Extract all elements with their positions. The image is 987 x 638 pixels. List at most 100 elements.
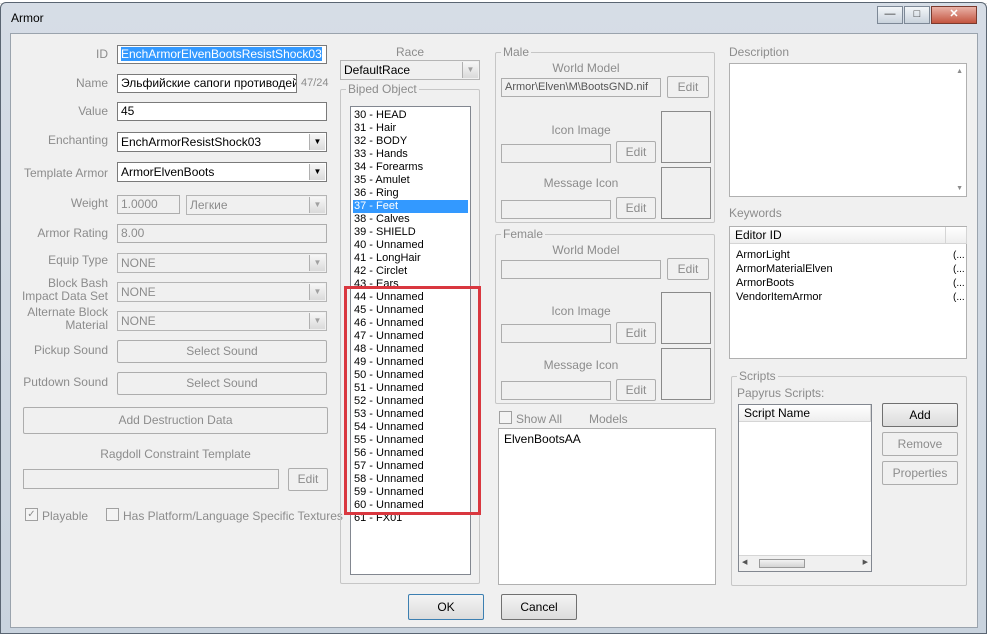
equip-type-label: Equip Type: [48, 253, 108, 267]
id-field[interactable]: EnchArmorElvenBootsResistShock03: [117, 45, 327, 64]
enchanting-combo[interactable]: EnchArmorResistShock03 ▼: [117, 132, 327, 152]
add-destruction-data-button[interactable]: Add Destruction Data: [23, 407, 328, 434]
title-bar: Armor — □ ✕: [1, 3, 986, 33]
male-message-icon-preview: [661, 167, 711, 219]
list-item[interactable]: 32 - BODY: [353, 135, 468, 148]
female-icon-image-edit-button[interactable]: Edit: [616, 322, 656, 344]
add-script-button[interactable]: Add: [882, 403, 958, 427]
cancel-button[interactable]: Cancel: [501, 594, 577, 620]
male-icon-image-edit-button[interactable]: Edit: [616, 141, 656, 163]
list-item-suffix: (...: [953, 292, 965, 303]
name-char-count: 47/24: [301, 77, 329, 89]
armor-rating-field[interactable]: 8.00: [117, 224, 327, 243]
female-world-model-field[interactable]: [501, 260, 661, 279]
list-item[interactable]: ArmorBoots: [735, 277, 794, 290]
weight-class-combo[interactable]: Легкие ▼: [186, 195, 327, 215]
male-icon-image-preview: [661, 111, 711, 163]
female-icon-image-field[interactable]: [501, 324, 611, 343]
putdown-sound-button[interactable]: Select Sound: [117, 372, 327, 395]
minimize-button[interactable]: —: [877, 6, 903, 24]
show-all-checkbox[interactable]: [499, 411, 512, 424]
list-item[interactable]: ElvenBootsAA: [503, 433, 581, 446]
male-world-model-field[interactable]: Armor\Elven\M\BootsGND.nif: [501, 78, 661, 97]
equip-type-combo[interactable]: NONE ▼: [117, 253, 327, 273]
enchanting-label: Enchanting: [47, 133, 108, 147]
window-title: Armor: [11, 11, 44, 25]
alternate-block-combo[interactable]: NONE ▼: [117, 311, 327, 331]
list-item[interactable]: 36 - Ring: [353, 187, 468, 200]
maximize-button[interactable]: □: [904, 6, 930, 24]
properties-button[interactable]: Properties: [882, 461, 958, 485]
keywords-list[interactable]: Editor ID ArmorLight (... ArmorMaterialE…: [729, 226, 967, 359]
list-item[interactable]: 30 - HEAD: [353, 109, 468, 122]
chevron-down-icon[interactable]: ▼: [309, 255, 325, 271]
description-label: Description: [729, 45, 790, 59]
pickup-sound-label: Pickup Sound: [33, 343, 108, 357]
weight-class-value: Легкие: [190, 198, 228, 212]
horizontal-scrollbar[interactable]: ◀ ▶: [739, 555, 871, 571]
weight-field[interactable]: 1.0000: [117, 195, 180, 214]
list-item[interactable]: 34 - Forearms: [353, 161, 468, 174]
chevron-down-icon[interactable]: ▼: [462, 62, 478, 78]
scrollbar-thumb[interactable]: [759, 559, 805, 568]
template-armor-label: Template Armor: [23, 166, 108, 180]
keywords-column-header[interactable]: Editor ID: [730, 227, 946, 244]
ragdoll-field[interactable]: [23, 469, 279, 489]
female-world-model-edit-button[interactable]: Edit: [667, 258, 709, 280]
chevron-down-icon[interactable]: ▼: [309, 164, 325, 180]
list-item[interactable]: 41 - LongHair: [353, 252, 468, 265]
list-item[interactable]: ArmorLight: [735, 249, 790, 262]
list-item[interactable]: 31 - Hair: [353, 122, 468, 135]
ok-button[interactable]: OK: [408, 594, 484, 620]
models-list[interactable]: ElvenBootsAA: [498, 428, 716, 585]
remove-script-button[interactable]: Remove: [882, 432, 958, 456]
alternate-block-label-line1: Alternate Block: [27, 305, 108, 319]
chevron-down-icon[interactable]: ▼: [309, 134, 325, 150]
female-message-icon-edit-button[interactable]: Edit: [616, 379, 656, 401]
list-item[interactable]: 33 - Hands: [353, 148, 468, 161]
chevron-down-icon[interactable]: ▼: [309, 313, 325, 329]
male-message-icon-field[interactable]: [501, 200, 611, 219]
scroll-right-icon[interactable]: ▶: [863, 558, 868, 566]
template-armor-combo[interactable]: ArmorElvenBoots ▼: [117, 162, 327, 182]
ragdoll-edit-button[interactable]: Edit: [288, 468, 328, 491]
scroll-up-icon[interactable]: ▲: [956, 68, 963, 75]
enchanting-value: EnchArmorResistShock03: [121, 135, 262, 149]
scroll-left-icon[interactable]: ◀: [742, 558, 747, 566]
list-item[interactable]: 38 - Calves: [353, 213, 468, 226]
close-button[interactable]: ✕: [931, 6, 977, 24]
armor-dialog: Armor — □ ✕ ID EnchArmorElvenBootsResist…: [0, 2, 987, 634]
list-item[interactable]: 37 - Feet: [353, 200, 468, 213]
list-item[interactable]: VendorItemArmor: [735, 291, 822, 304]
block-bash-combo[interactable]: NONE ▼: [117, 282, 327, 302]
platform-textures-checkbox[interactable]: [106, 508, 119, 521]
female-label: Female: [501, 227, 546, 241]
female-message-icon-field[interactable]: [501, 381, 611, 400]
script-name-column-header[interactable]: Script Name: [739, 405, 871, 422]
list-item[interactable]: 40 - Unnamed: [353, 239, 468, 252]
id-value: EnchArmorElvenBootsResistShock03: [121, 47, 322, 61]
weight-label: Weight: [70, 196, 108, 210]
name-field[interactable]: Эльфийские сапоги противодейсте: [117, 74, 297, 93]
scroll-down-icon[interactable]: ▼: [956, 185, 963, 192]
pickup-sound-button[interactable]: Select Sound: [117, 340, 327, 363]
male-icon-image-field[interactable]: [501, 144, 611, 163]
chevron-down-icon[interactable]: ▼: [309, 284, 325, 300]
list-item[interactable]: 35 - Amulet: [353, 174, 468, 187]
value-field[interactable]: 45: [117, 102, 327, 121]
list-item[interactable]: 42 - Circlet: [353, 265, 468, 278]
list-item[interactable]: 39 - SHIELD: [353, 226, 468, 239]
female-icon-image-label: Icon Image: [551, 304, 611, 318]
playable-checkbox[interactable]: ✓: [25, 508, 38, 521]
race-combo[interactable]: DefaultRace ▼: [340, 60, 480, 80]
list-item[interactable]: ArmorMaterialElven: [735, 263, 833, 276]
male-message-icon-edit-button[interactable]: Edit: [616, 197, 656, 219]
keywords-column-header-2[interactable]: [946, 227, 967, 244]
scripts-list[interactable]: Script Name ◀ ▶: [738, 404, 872, 572]
description-field[interactable]: ▲ ▼: [729, 63, 967, 197]
biped-object-label: Biped Object: [346, 82, 419, 96]
chevron-down-icon[interactable]: ▼: [309, 197, 325, 213]
list-item-suffix: (...: [953, 278, 965, 289]
male-world-model-edit-button[interactable]: Edit: [667, 76, 709, 98]
block-bash-label-line2: Impact Data Set: [21, 289, 108, 303]
